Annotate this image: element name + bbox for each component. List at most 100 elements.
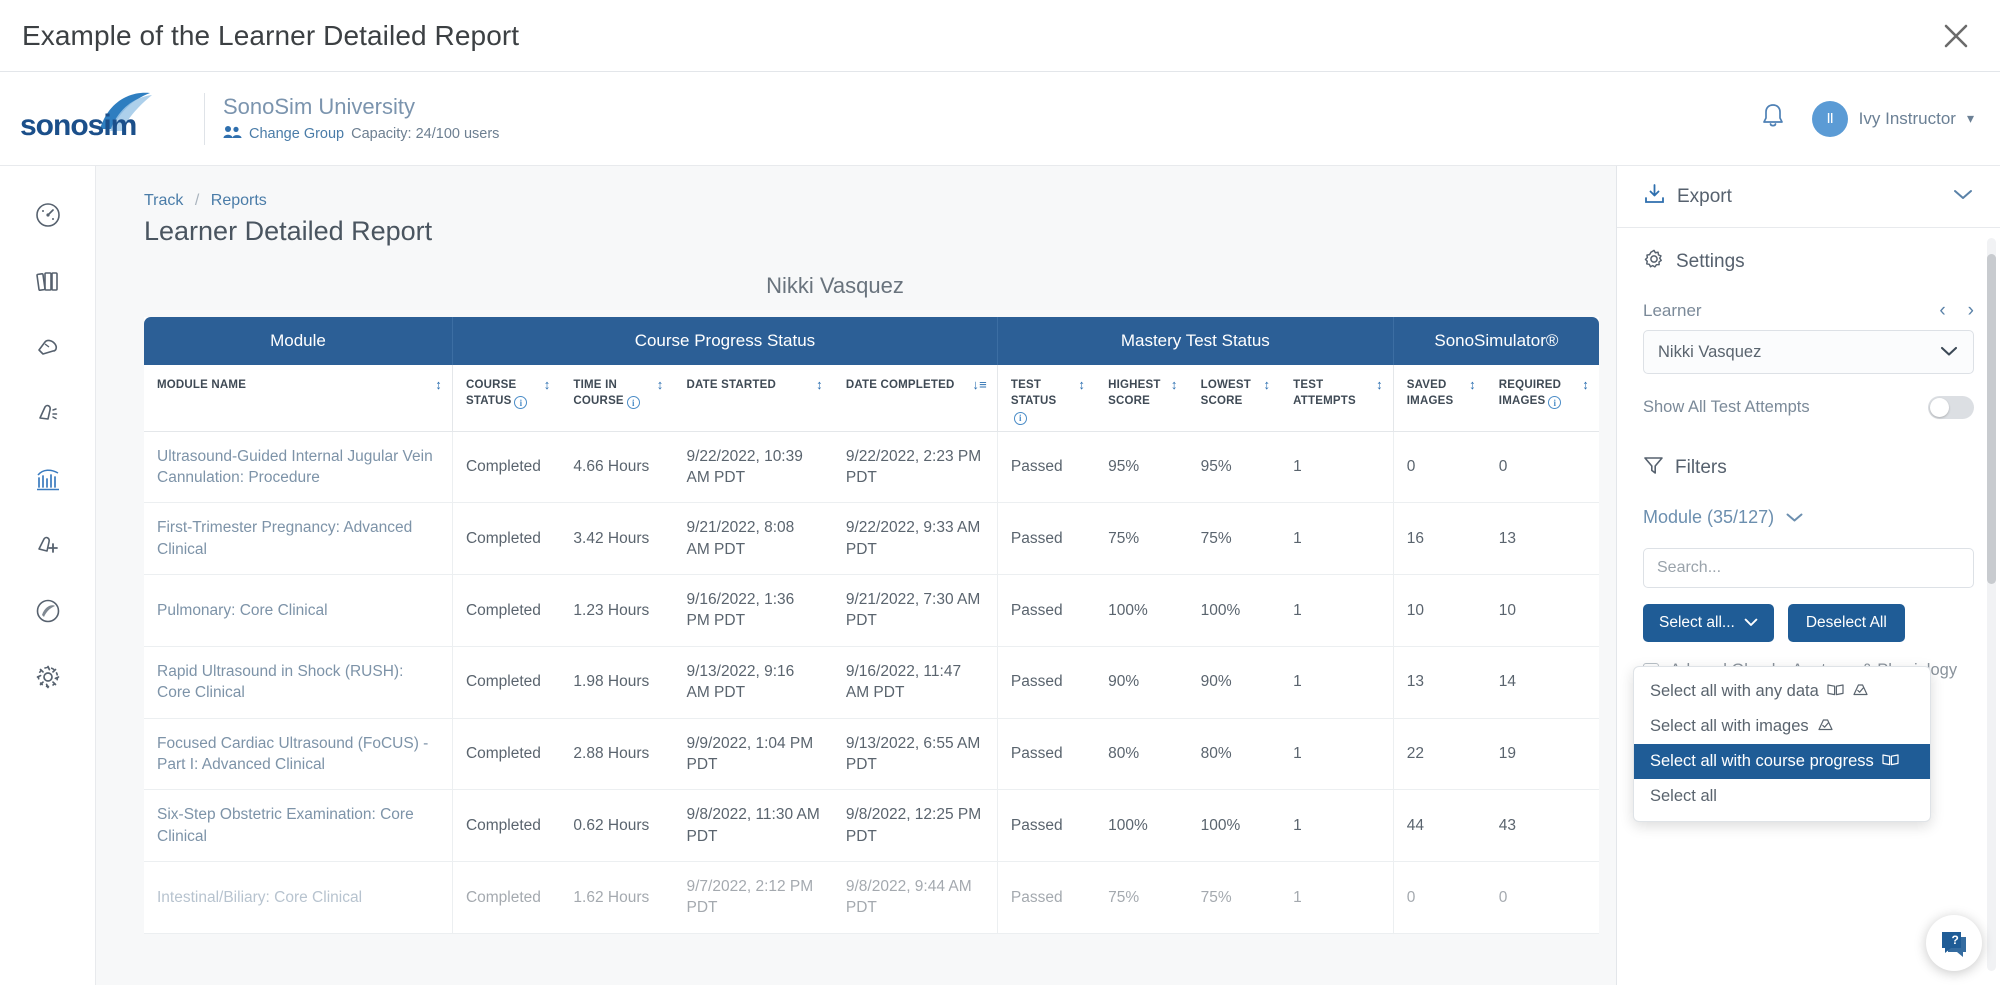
learner-label: Learner — [1643, 301, 1702, 320]
sonosim-icon[interactable] — [31, 594, 65, 628]
sort-icon[interactable]: ↕ — [1376, 378, 1383, 391]
cell-date-completed: 9/22/2022, 2:23 PM PDT — [832, 431, 998, 504]
cell-test-status: Passed — [996, 431, 1096, 504]
info-icon[interactable]: i — [1548, 396, 1562, 410]
table-row[interactable]: First-Trimester Pregnancy: Advanced Clin… — [144, 502, 1599, 575]
cell-course-status: Completed — [451, 502, 561, 575]
transducer-icon[interactable] — [31, 396, 65, 430]
col-required-images[interactable]: REQUIRED IMAGES i ↕ — [1485, 365, 1599, 432]
chevron-down-icon[interactable] — [1952, 187, 1974, 206]
analytics-icon[interactable] — [31, 462, 65, 496]
table-column-header-row: MODULE NAME ↕ COURSE STATUS i ↕ TIME IN … — [144, 365, 1599, 432]
change-group-link[interactable]: Change Group — [249, 126, 344, 142]
sort-icon[interactable]: ↕ — [1582, 378, 1589, 391]
dropdown-item-select-all[interactable]: Select all — [1634, 779, 1930, 814]
col-saved-images[interactable]: SAVED IMAGES ↕ — [1392, 365, 1486, 432]
sort-icon[interactable]: ↕ — [544, 378, 551, 391]
table-row[interactable]: Six-Step Obstetric Examination: Core Cli… — [144, 789, 1599, 862]
table-row[interactable]: Focused Cardiac Ultrasound (FoCUS) - Par… — [144, 718, 1599, 791]
info-icon[interactable]: i — [1013, 411, 1027, 425]
cell-module-name[interactable]: Focused Cardiac Ultrasound (FoCUS) - Par… — [144, 718, 453, 791]
settings-section-header: Settings — [1643, 248, 1974, 276]
select-all-dropdown-menu[interactable]: Select all with any data Select all with… — [1633, 666, 1931, 822]
dropdown-item-with-images[interactable]: Select all with images — [1634, 709, 1930, 744]
sort-icon[interactable]: ↕ — [657, 378, 664, 391]
show-all-test-attempts-label: Show All Test Attempts — [1643, 398, 1810, 416]
sort-icon[interactable]: ↕ — [1263, 378, 1270, 391]
cell-highest-score: 75% — [1095, 861, 1188, 934]
cell-module-name[interactable]: Rapid Ultrasound in Shock (RUSH): Core C… — [144, 646, 453, 719]
sort-icon[interactable]: ↕ — [1171, 378, 1178, 391]
library-icon[interactable] — [31, 264, 65, 298]
next-learner-icon[interactable]: › — [1968, 300, 1974, 322]
add-case-icon[interactable] — [31, 528, 65, 562]
probe-icon[interactable] — [31, 330, 65, 364]
settings-label: Settings — [1676, 251, 1745, 272]
prev-learner-icon[interactable]: ‹ — [1939, 300, 1945, 322]
breadcrumb-track[interactable]: Track — [144, 192, 183, 209]
sort-icon[interactable]: ↕ — [1078, 378, 1085, 391]
learner-name-heading: Nikki Vasquez — [766, 273, 904, 298]
cell-date-started: 9/22/2022, 10:39 AM PDT — [673, 431, 833, 504]
sort-icon[interactable]: ↕ — [816, 378, 823, 391]
col-date-completed[interactable]: DATE COMPLETED ↓≡ — [832, 365, 998, 432]
cell-time-in-course: 4.66 Hours — [560, 431, 674, 504]
col-module-name[interactable]: MODULE NAME ↕ — [144, 365, 453, 432]
sonosim-logo[interactable]: sonosim — [0, 92, 200, 145]
info-icon[interactable]: i — [514, 396, 528, 410]
notification-bell-icon[interactable] — [1760, 102, 1786, 135]
table-row[interactable]: Intestinal/Biliary: Core Clinical Comple… — [144, 861, 1599, 934]
sort-icon[interactable]: ↕ — [1469, 378, 1476, 391]
user-menu[interactable]: II Ivy Instructor ▾ — [1811, 100, 1974, 137]
col-label: TEST ATTEMPTS — [1293, 379, 1356, 407]
show-all-test-attempts-toggle[interactable] — [1928, 396, 1974, 419]
help-icon[interactable]: ? — [1926, 915, 1982, 971]
header-right: II Ivy Instructor ▾ — [1760, 100, 1974, 137]
breadcrumb-reports[interactable]: Reports — [211, 192, 267, 209]
chevron-down-icon — [1939, 343, 1959, 362]
module-search-input[interactable] — [1643, 548, 1974, 588]
dropdown-item-with-course-progress[interactable]: Select all with course progress — [1634, 744, 1930, 779]
col-test-status[interactable]: TEST STATUS i ↕ — [996, 365, 1096, 432]
cell-date-completed: 9/13/2022, 6:55 AM PDT — [832, 718, 998, 791]
module-filter-toggle[interactable]: Module (35/127) — [1643, 507, 1974, 528]
select-all-dropdown-button[interactable]: Select all... — [1643, 604, 1774, 642]
sort-icon[interactable]: ↕ — [435, 378, 442, 391]
group-module: Module — [144, 317, 453, 365]
sort-desc-icon[interactable]: ↓≡ — [972, 378, 987, 391]
probe-icon — [1817, 717, 1834, 736]
cell-module-name[interactable]: Ultrasound-Guided Internal Jugular Vein … — [144, 431, 453, 504]
col-course-status[interactable]: COURSE STATUS i ↕ — [451, 365, 561, 432]
col-time-in-course[interactable]: TIME IN COURSE i ↕ — [560, 365, 674, 432]
cell-required-images: 43 — [1485, 789, 1599, 862]
col-label: HIGHEST SCORE — [1108, 379, 1161, 407]
info-icon[interactable]: i — [626, 396, 640, 410]
cell-date-started: 9/9/2022, 1:04 PM PDT — [673, 718, 833, 791]
dropdown-item-any-data[interactable]: Select all with any data — [1634, 674, 1930, 709]
col-label: DATE STARTED — [686, 379, 776, 391]
table-row[interactable]: Rapid Ultrasound in Shock (RUSH): Core C… — [144, 646, 1599, 719]
col-test-attempts[interactable]: TEST ATTEMPTS ↕ — [1280, 365, 1394, 432]
close-icon[interactable] — [1936, 16, 1976, 56]
cell-module-name[interactable]: Intestinal/Biliary: Core Clinical — [144, 861, 453, 934]
cell-lowest-score: 90% — [1187, 646, 1281, 719]
filters-section-header: Filters — [1643, 455, 1974, 481]
cell-module-name[interactable]: Six-Step Obstetric Examination: Core Cli… — [144, 789, 453, 862]
cell-test-attempts: 1 — [1280, 646, 1394, 719]
deselect-all-button[interactable]: Deselect All — [1787, 604, 1905, 642]
cell-test-status: Passed — [996, 646, 1096, 719]
group-mastery-test: Mastery Test Status — [997, 317, 1394, 365]
col-date-started[interactable]: DATE STARTED ↕ — [673, 365, 833, 432]
cell-module-name[interactable]: Pulmonary: Core Clinical — [144, 574, 453, 647]
export-section-header[interactable]: Export — [1617, 166, 2000, 228]
col-highest-score[interactable]: HIGHEST SCORE ↕ — [1095, 365, 1188, 432]
col-lowest-score[interactable]: LOWEST SCORE ↕ — [1187, 365, 1281, 432]
gear-icon[interactable] — [31, 660, 65, 694]
table-row[interactable]: Pulmonary: Core Clinical Completed 1.23 … — [144, 574, 1599, 647]
panel-scrollbar-thumb[interactable] — [1987, 254, 1996, 584]
cell-date-completed: 9/22/2022, 9:33 AM PDT — [832, 502, 998, 575]
table-row[interactable]: Ultrasound-Guided Internal Jugular Vein … — [144, 431, 1599, 504]
learner-select[interactable]: Nikki Vasquez — [1643, 330, 1974, 374]
dashboard-icon[interactable] — [31, 198, 65, 232]
cell-module-name[interactable]: First-Trimester Pregnancy: Advanced Clin… — [144, 502, 453, 575]
